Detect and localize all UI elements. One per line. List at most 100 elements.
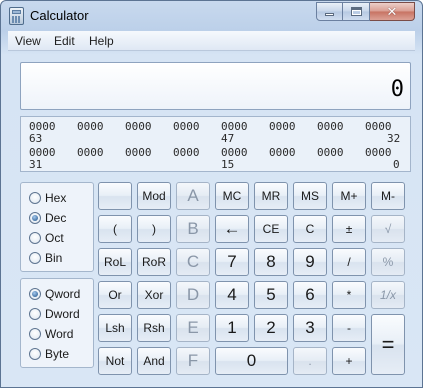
hex-c-key[interactable]: C xyxy=(176,248,210,276)
bit-group[interactable]: 0000 xyxy=(77,120,104,133)
digit-7-key[interactable]: 7 xyxy=(215,248,249,276)
mc-key[interactable]: MC xyxy=(215,182,249,210)
radio-hex[interactable]: Hex xyxy=(29,190,66,206)
and-key[interactable]: And xyxy=(137,347,171,375)
bit-position-label: 31 xyxy=(29,158,43,171)
bit-group[interactable]: 0000 xyxy=(125,120,152,133)
blank-key[interactable] xyxy=(98,182,132,210)
clear-key[interactable]: C xyxy=(293,215,327,243)
bit-group[interactable]: 0000 xyxy=(317,120,344,133)
menu-edit[interactable]: Edit xyxy=(54,34,75,48)
radio-button[interactable] xyxy=(29,192,41,204)
or-key[interactable]: Or xyxy=(98,281,132,309)
multiply-key[interactable]: * xyxy=(332,281,366,309)
display-value: 0 xyxy=(390,77,404,102)
minimize-button[interactable] xyxy=(316,2,343,21)
radio-qword[interactable]: Qword xyxy=(29,286,80,302)
minimize-icon xyxy=(325,13,334,16)
decimal-point-key[interactable]: . xyxy=(293,347,327,375)
mr-key[interactable]: MR xyxy=(254,182,288,210)
m-minus-key[interactable]: M- xyxy=(371,182,405,210)
bit-group[interactable]: 0000 xyxy=(365,146,392,159)
result-display: 0 xyxy=(20,62,411,110)
close-paren-key[interactable]: ) xyxy=(137,215,171,243)
digit-1-key[interactable]: 1 xyxy=(215,314,249,342)
radio-dec[interactable]: Dec xyxy=(29,210,66,226)
bit-position-label: 0 xyxy=(393,158,400,171)
radio-dword[interactable]: Dword xyxy=(29,306,80,322)
bit-position-label: 63 xyxy=(29,132,43,145)
divide-key[interactable]: / xyxy=(332,248,366,276)
maximize-button[interactable] xyxy=(343,2,370,21)
rsh-key[interactable]: Rsh xyxy=(137,314,171,342)
number-base-group: Hex Dec Oct Bin xyxy=(20,182,94,272)
digit-0-key[interactable]: 0 xyxy=(215,347,288,375)
radio-button[interactable] xyxy=(29,308,41,320)
bit-group[interactable]: 0000 xyxy=(269,146,296,159)
bit-position-label: 47 xyxy=(221,132,235,145)
bit-group[interactable]: 0000 xyxy=(317,146,344,159)
hex-f-key[interactable]: F xyxy=(176,347,210,375)
calculator-window: Calculator ✕ View Edit Help 0 0000 0000 … xyxy=(0,0,423,388)
radio-button[interactable] xyxy=(29,328,41,340)
hex-a-key[interactable]: A xyxy=(176,182,210,210)
backspace-key[interactable]: ← xyxy=(215,215,249,243)
bit-group[interactable]: 0000 xyxy=(125,146,152,159)
percent-key[interactable]: % xyxy=(371,248,405,276)
menu-bar: View Edit Help xyxy=(8,31,415,51)
digit-6-key[interactable]: 6 xyxy=(293,281,327,309)
caption-buttons: ✕ xyxy=(316,2,415,21)
sqrt-key[interactable]: √ xyxy=(371,215,405,243)
radio-button[interactable] xyxy=(29,232,41,244)
radio-button[interactable] xyxy=(29,348,41,360)
equals-key[interactable]: = xyxy=(371,314,405,375)
xor-key[interactable]: Xor xyxy=(137,281,171,309)
radio-button-checked[interactable] xyxy=(29,212,41,224)
title-bar[interactable]: Calculator ✕ xyxy=(1,1,422,31)
calculator-app-icon[interactable] xyxy=(9,7,24,25)
close-button[interactable]: ✕ xyxy=(370,2,415,21)
reciprocal-key[interactable]: 1/x xyxy=(371,281,405,309)
bit-group[interactable]: 0000 xyxy=(77,146,104,159)
digit-5-key[interactable]: 5 xyxy=(254,281,288,309)
add-key[interactable]: + xyxy=(332,347,366,375)
digit-3-key[interactable]: 3 xyxy=(293,314,327,342)
radio-word[interactable]: Word xyxy=(29,326,73,342)
bit-group[interactable]: 0000 xyxy=(173,146,200,159)
digit-8-key[interactable]: 8 xyxy=(254,248,288,276)
radio-oct[interactable]: Oct xyxy=(29,230,64,246)
ce-key[interactable]: CE xyxy=(254,215,288,243)
ror-key[interactable]: RoR xyxy=(137,248,171,276)
subtract-key[interactable]: - xyxy=(332,314,366,342)
digit-9-key[interactable]: 9 xyxy=(293,248,327,276)
bit-display: 0000 0000 0000 0000 0000 0000 0000 0000 … xyxy=(20,116,411,172)
menu-help[interactable]: Help xyxy=(89,34,114,48)
bit-position-label: 15 xyxy=(221,158,235,171)
negate-key[interactable]: ± xyxy=(332,215,366,243)
calculator-body: 0 0000 0000 0000 0000 0000 0000 0000 000… xyxy=(9,53,415,383)
digit-4-key[interactable]: 4 xyxy=(215,281,249,309)
close-icon: ✕ xyxy=(386,4,398,19)
lsh-key[interactable]: Lsh xyxy=(98,314,132,342)
bit-group[interactable]: 0000 xyxy=(173,120,200,133)
open-paren-key[interactable]: ( xyxy=(98,215,132,243)
bit-group[interactable]: 0000 xyxy=(269,120,296,133)
menu-view[interactable]: View xyxy=(15,34,41,48)
ms-key[interactable]: MS xyxy=(293,182,327,210)
radio-bin[interactable]: Bin xyxy=(29,250,62,266)
radio-byte[interactable]: Byte xyxy=(29,346,69,362)
window-title: Calculator xyxy=(30,8,89,23)
not-key[interactable]: Not xyxy=(98,347,132,375)
maximize-icon xyxy=(350,7,362,16)
mod-key[interactable]: Mod xyxy=(137,182,171,210)
bit-position-label: 32 xyxy=(387,132,401,145)
radio-button-checked[interactable] xyxy=(29,288,41,300)
rol-key[interactable]: RoL xyxy=(98,248,132,276)
word-size-group: Qword Dword Word Byte xyxy=(20,278,94,368)
hex-d-key[interactable]: D xyxy=(176,281,210,309)
digit-2-key[interactable]: 2 xyxy=(254,314,288,342)
radio-button[interactable] xyxy=(29,252,41,264)
m-plus-key[interactable]: M+ xyxy=(332,182,366,210)
hex-b-key[interactable]: B xyxy=(176,215,210,243)
hex-e-key[interactable]: E xyxy=(176,314,210,342)
